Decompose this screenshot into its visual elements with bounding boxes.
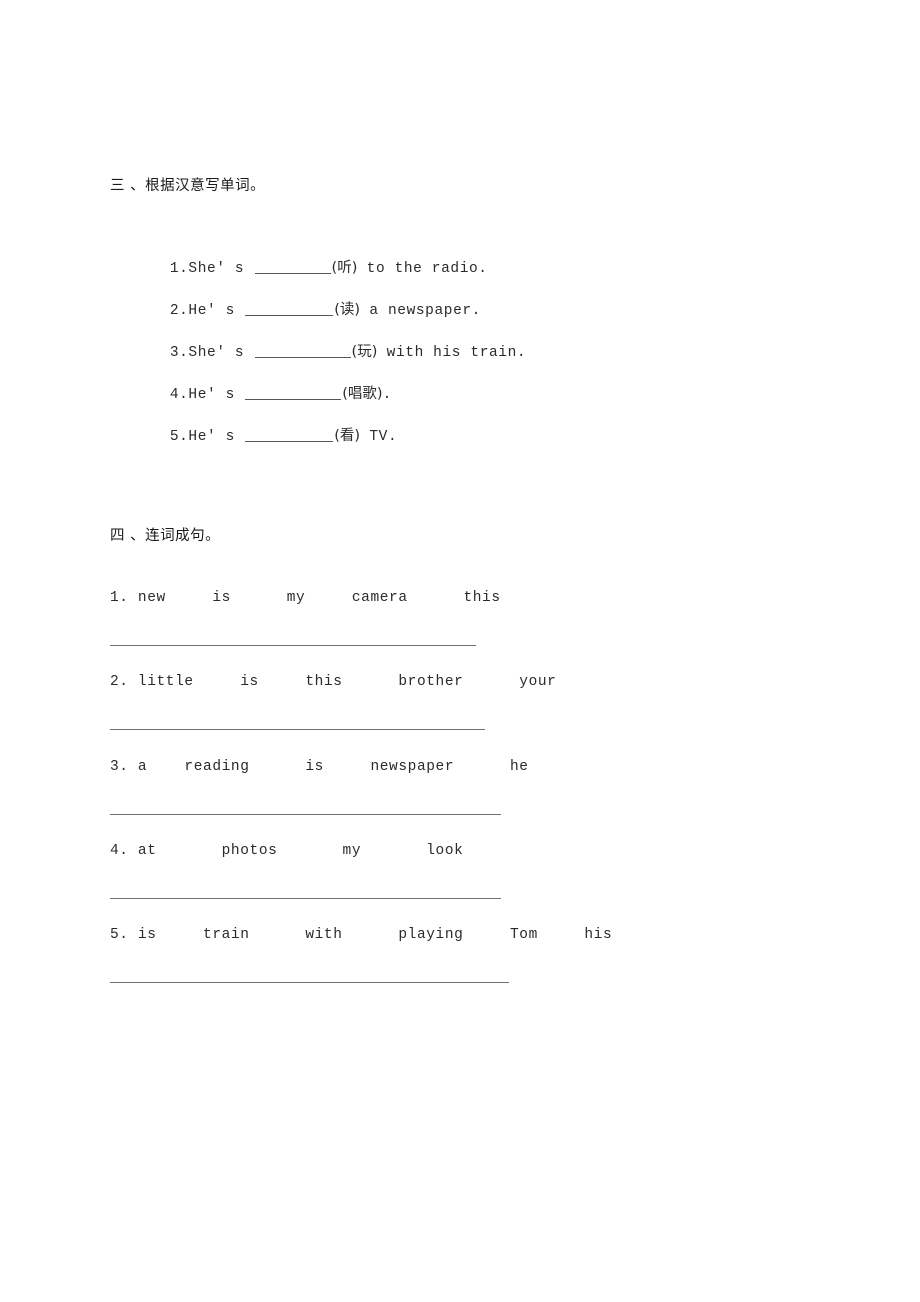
answer-rule-3[interactable]: [110, 814, 501, 815]
word-order-item-5: 5. is train with playing Tom his: [110, 927, 613, 943]
item-text-before: She' s: [188, 261, 254, 277]
exercise-item-3-5: 5.He' s (看) TV.: [114, 408, 397, 461]
item-number: 5.: [169, 429, 189, 445]
answer-rule-2[interactable]: [110, 729, 485, 730]
item-text-before: She' s: [188, 345, 254, 361]
section-heading-four: 四 、连词成句。: [110, 528, 221, 544]
word-order-item-4: 4. at photos my look: [110, 843, 464, 859]
item-hint: (玩): [351, 344, 378, 360]
answer-blank[interactable]: [245, 301, 334, 316]
item-text-before: He' s: [188, 387, 245, 403]
answer-rule-5[interactable]: [110, 982, 509, 983]
answer-rule-1[interactable]: [110, 645, 476, 646]
item-text-after: a newspaper.: [360, 303, 481, 319]
item-number: 1.: [169, 261, 189, 277]
answer-blank[interactable]: [254, 343, 351, 358]
answer-blank[interactable]: [245, 385, 342, 400]
word-order-item-1: 1. new is my camera this: [110, 590, 501, 606]
item-number: 2.: [169, 303, 189, 319]
item-text-after: with his train.: [377, 345, 527, 361]
answer-blank[interactable]: [245, 427, 334, 442]
worksheet-page: 三 、根据汉意写单词。 1.She' s (听) to the radio. 2…: [0, 0, 920, 1302]
item-text-after: to the radio.: [357, 261, 488, 277]
item-hint: (读): [334, 302, 361, 318]
item-hint: (看): [334, 428, 361, 444]
word-order-item-2: 2. little is this brother your: [110, 674, 557, 690]
item-number: 3.: [169, 345, 189, 361]
item-text-after: TV.: [360, 429, 398, 445]
item-text-before: He' s: [188, 429, 245, 445]
item-text-before: He' s: [188, 303, 245, 319]
item-hint: (唱歌): [342, 386, 383, 402]
answer-blank[interactable]: [254, 259, 331, 274]
item-hint: (听): [331, 260, 358, 276]
item-text-after: .: [382, 387, 392, 403]
item-number: 4.: [169, 387, 189, 403]
section-heading-three: 三 、根据汉意写单词。: [110, 178, 266, 194]
word-order-item-3: 3. a reading is newspaper he: [110, 759, 529, 775]
answer-rule-4[interactable]: [110, 898, 501, 899]
